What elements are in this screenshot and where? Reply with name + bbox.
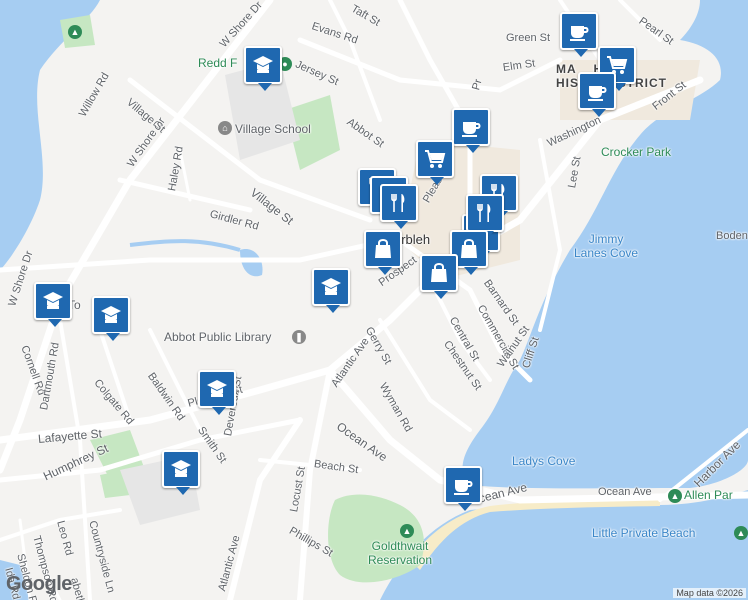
shopping-pin-3[interactable]	[420, 254, 458, 299]
school-pin-west[interactable]	[34, 282, 72, 327]
place-label-ladys-cove: Ladys Cove	[512, 454, 576, 468]
place-label-redd-farm[interactable]: Redd F	[198, 56, 237, 70]
place-label-abbot-library[interactable]: Abbot Public Library	[164, 330, 271, 344]
school-pin-pleasant[interactable]	[198, 370, 236, 415]
coffee-icon	[462, 122, 481, 137]
coffee-icon	[454, 480, 473, 495]
school-icon	[171, 460, 191, 477]
google-logo: Google	[6, 573, 72, 595]
school-icon	[43, 292, 63, 309]
place-label-crocker-park[interactable]: Crocker Park	[601, 145, 671, 159]
coffee-icon	[570, 26, 589, 41]
place-label-little-private-beach[interactable]: Little Private Beach	[592, 526, 695, 540]
shopping-pin-1[interactable]	[364, 230, 402, 275]
fork-icon	[477, 204, 491, 222]
fork-icon	[391, 194, 405, 212]
school-pin-prospect[interactable]	[312, 268, 350, 313]
place-label-jimmy-lanes-cove[interactable]: Jimmy Lanes Cove	[574, 232, 638, 260]
place-label-village-school[interactable]: Village School	[235, 122, 311, 136]
coffee-pin-abbot[interactable]	[452, 108, 490, 153]
school-icon	[207, 380, 227, 397]
coffee-pin-green-st[interactable]	[560, 12, 598, 57]
bag-icon	[375, 239, 391, 258]
school-pin-town[interactable]	[92, 296, 130, 341]
coffee-icon	[588, 86, 607, 101]
street-label-green: Green St	[506, 32, 551, 44]
grocery-pin-center[interactable]	[416, 140, 454, 185]
library-icon[interactable]: ❚	[292, 330, 306, 344]
place-label-boden: Boden	[716, 230, 748, 242]
school-icon-village[interactable]: ⌂	[218, 121, 232, 135]
school-pin-redd[interactable]	[244, 46, 282, 91]
street-label-ocean-ave-right: Ocean Ave	[598, 486, 652, 498]
school-pin-humphrey[interactable]	[162, 450, 200, 495]
park-icon-goldthwait[interactable]: ▲	[400, 524, 414, 538]
restaurant-pin-south[interactable]	[466, 194, 504, 239]
place-label-goldthwait[interactable]: Goldthwait Reservation	[368, 539, 432, 567]
map-attribution[interactable]: Map data ©2026	[673, 588, 746, 598]
coffee-pin-ocean-ave[interactable]	[444, 466, 482, 511]
park-icon-beach[interactable]: ▲	[734, 526, 748, 540]
place-label-allen-park[interactable]: Allen Par	[684, 488, 733, 502]
restaurant-pin-3[interactable]	[380, 184, 418, 229]
school-icon	[253, 56, 273, 73]
bag-icon	[461, 239, 477, 258]
school-icon	[321, 278, 341, 295]
cart-icon	[425, 150, 446, 168]
school-icon	[101, 306, 121, 323]
tree-icon[interactable]: ▲	[68, 25, 82, 39]
map-view[interactable]: Taft St Evans Rd Jersey St W Shore Dr W …	[0, 0, 748, 600]
coffee-pin-historic[interactable]	[578, 72, 616, 117]
park-icon-allen[interactable]: ▲	[668, 489, 682, 503]
bag-icon	[431, 263, 447, 282]
